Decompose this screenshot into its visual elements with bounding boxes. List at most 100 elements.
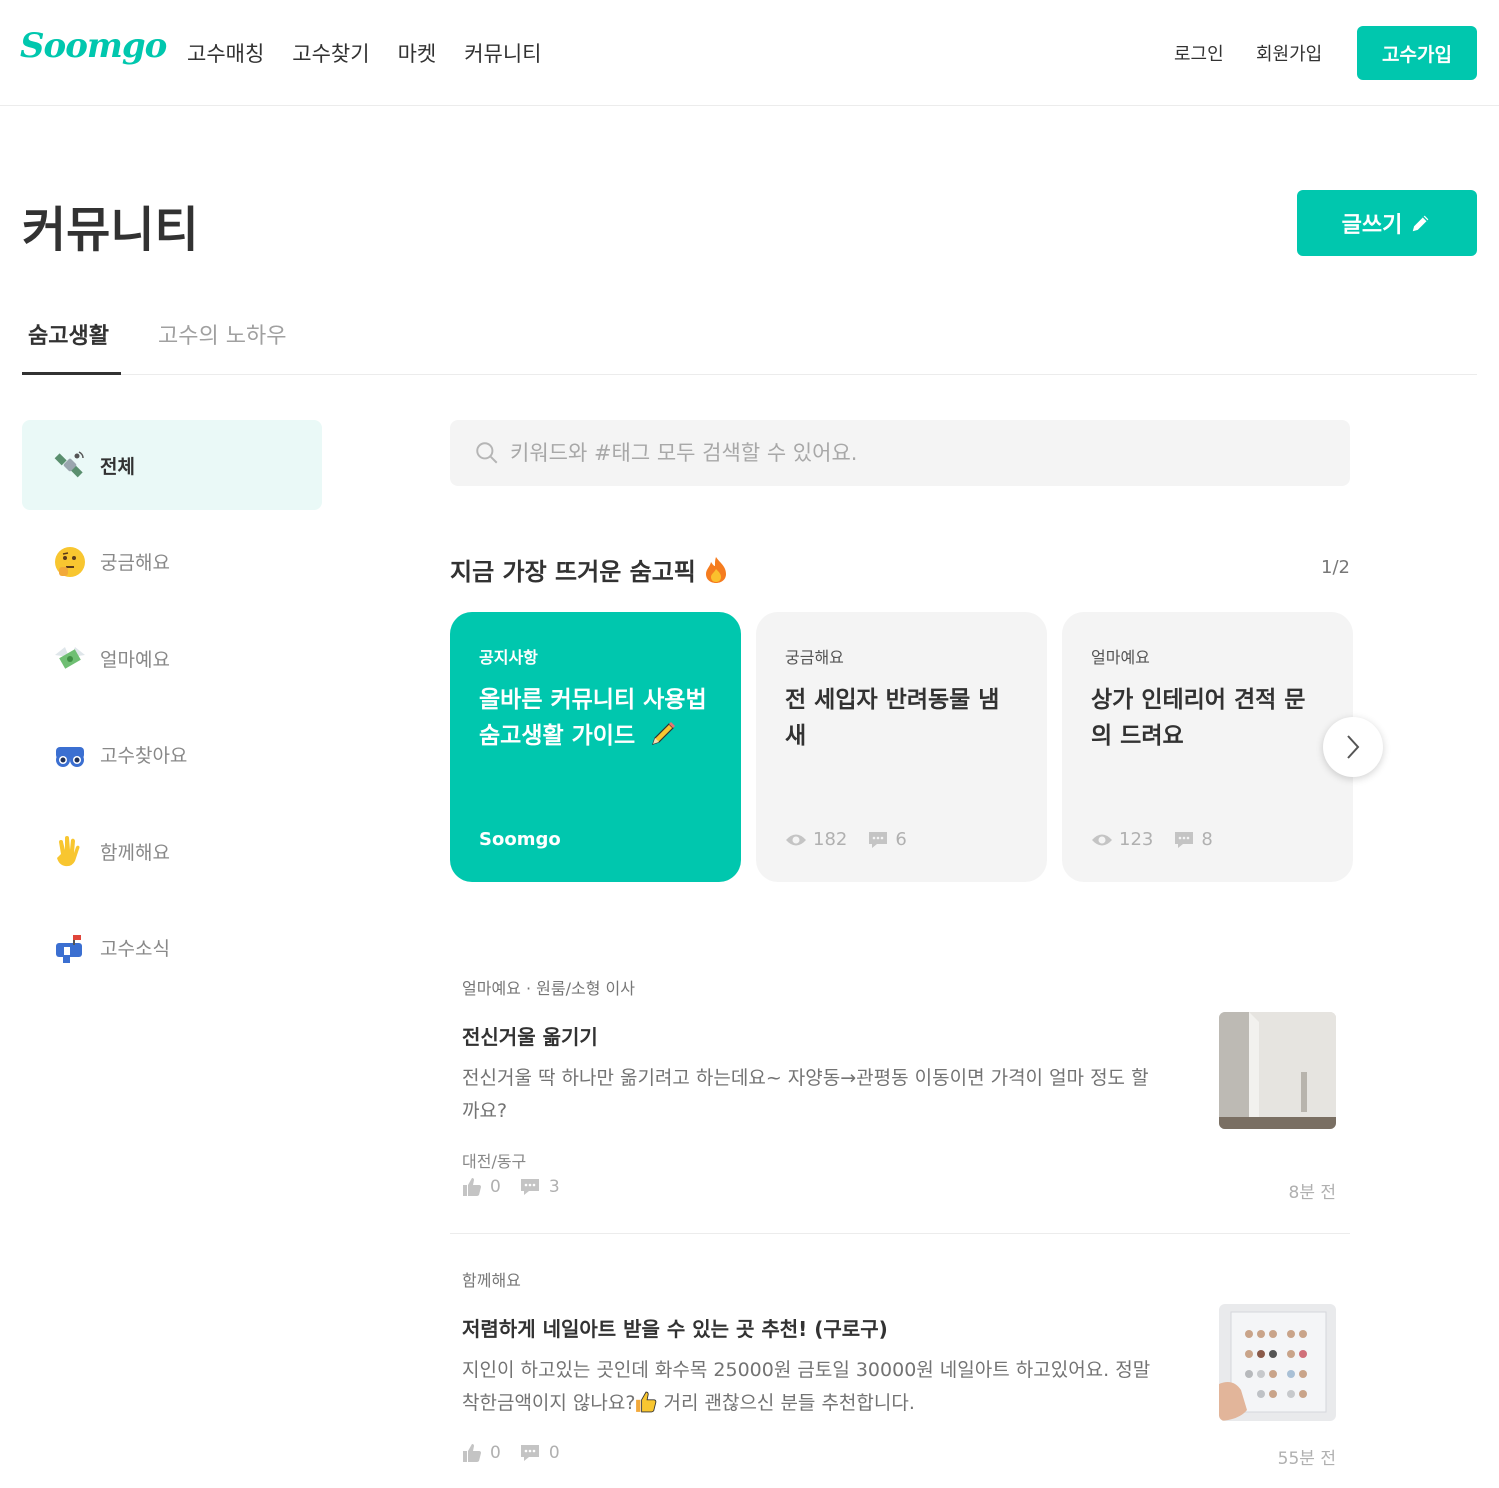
sidebar-item-label: 얼마예요: [100, 648, 170, 671]
hot-topics-heading: 지금 가장 뜨거운 숨고픽: [450, 552, 728, 587]
sidebar-item-together[interactable]: 함께해요: [22, 806, 322, 896]
eye-icon: [1092, 834, 1112, 845]
post-title: 전신거울 옮기기: [462, 1025, 598, 1049]
tab-soomgo-life[interactable]: 숨고생활: [22, 318, 121, 375]
view-count: 182: [785, 829, 847, 850]
hot-topics-title: 지금 가장 뜨거운 숨고픽: [450, 558, 696, 586]
post-item[interactable]: 함께해요 저렴하게 네일아트 받을 수 있는 곳 추천! (구로구) 지인이 하…: [450, 1267, 1350, 1477]
like-count[interactable]: 0: [462, 1177, 501, 1197]
card-title-line: 전 세입자 반려동물 냄: [785, 687, 1000, 713]
like-count-value: 0: [490, 1177, 501, 1197]
card-category: 얼마예요: [1091, 648, 1150, 667]
nav-item-find-pro[interactable]: 고수찾기: [292, 38, 369, 68]
card-author: Soomgo: [479, 829, 561, 850]
tab-pro-knowhow[interactable]: 고수의 노하우: [158, 318, 286, 375]
hot-card-pet-smell[interactable]: 궁금해요 전 세입자 반려동물 냄 새 182 6: [756, 612, 1047, 882]
post-body-line: 까요?: [462, 1100, 508, 1122]
eye-icon: [786, 834, 806, 845]
sidebar-item-label: 함께해요: [100, 841, 170, 864]
sidebar-item-curious[interactable]: 궁금해요: [22, 517, 322, 607]
view-count-value: 182: [813, 829, 848, 850]
thinking-face-icon: [52, 544, 88, 580]
card-title: 전 세입자 반려동물 냄 새: [785, 682, 1018, 754]
comment-icon: [869, 831, 888, 848]
card-title-line: 올바른 커뮤니티 사용법: [479, 687, 707, 713]
comment-count-value: 3: [548, 1177, 560, 1197]
like-count[interactable]: 0: [462, 1443, 501, 1463]
card-title-line: 의 드려요: [1091, 723, 1184, 749]
thumbs-up-emoji-icon: [636, 1391, 657, 1413]
search-bar: [450, 420, 1350, 486]
page-title: 커뮤니티: [22, 202, 199, 258]
carousel-next-button[interactable]: [1323, 717, 1383, 777]
signup-link[interactable]: 회원가입: [1256, 40, 1322, 66]
nav-item-pro-matching[interactable]: 고수매칭: [187, 38, 264, 68]
card-category: 궁금해요: [785, 648, 844, 667]
sidebar-item-label: 고수찾아요: [100, 745, 188, 767]
sidebar-item-label: 전체: [100, 455, 135, 478]
post-thumbnail: [1219, 1304, 1336, 1421]
card-category: 공지사항: [479, 648, 538, 667]
post-body-text: 착한금액이지 않나요?: [462, 1392, 636, 1414]
card-title: 상가 인테리어 견적 문 의 드려요: [1091, 682, 1324, 754]
satellite-icon: [52, 447, 88, 483]
top-header: Soomgo 고수매칭 고수찾기 마켓 커뮤니티 로그인 회원가입 고수가입: [0, 0, 1499, 106]
pencil-emoji-icon: [652, 722, 676, 745]
like-count-value: 0: [490, 1443, 501, 1463]
comment-icon: [520, 1179, 539, 1195]
category-sidebar: 전체 궁금해요 얼마예요 고수찾아요 함께해요 고수소식: [22, 420, 322, 999]
thumbs-up-icon: [463, 1444, 481, 1462]
comment-count: 6: [867, 829, 907, 850]
sidebar-item-label: 궁금해요: [100, 552, 170, 574]
card-title-line: 숨고생활 가이드: [479, 718, 712, 754]
post-body: 지인이 하고있는 곳인데 화수목 25000원 금토일 30000원 네일아트 …: [462, 1354, 1202, 1420]
hot-card-interior-estimate[interactable]: 얼마예요 상가 인테리어 견적 문 의 드려요 123 8: [1062, 612, 1353, 882]
comment-count[interactable]: 3: [519, 1177, 560, 1197]
sidebar-item-pro-news[interactable]: 고수소식: [22, 903, 322, 993]
comment-count[interactable]: 0: [519, 1443, 560, 1463]
comment-icon: [520, 1445, 539, 1461]
mailbox-icon: [52, 930, 88, 966]
main-nav: 고수매칭 고수찾기 마켓 커뮤니티: [187, 38, 541, 68]
sidebar-item-label: 고수소식: [100, 938, 170, 960]
comment-count-value: 0: [548, 1443, 560, 1463]
card-title-line: 새: [785, 723, 807, 749]
post-body-text: 거리 괜찮으신 분들 추천합니다.: [657, 1392, 915, 1414]
comment-count-value: 8: [1201, 829, 1213, 850]
nav-item-market[interactable]: 마켓: [398, 38, 437, 68]
pencil-icon: [1413, 215, 1429, 232]
hot-card-notice[interactable]: 공지사항 올바른 커뮤니티 사용법 숨고생활 가이드 Soomgo: [450, 612, 741, 882]
comment-count-value: 6: [895, 829, 907, 850]
post-body-line: 전신거울 딱 하나만 옮기려고 하는데요~ 자양동→관평동 이동이면 가격이 얼…: [462, 1067, 1149, 1089]
card-title: 올바른 커뮤니티 사용법 숨고생활 가이드: [479, 682, 712, 754]
write-post-button[interactable]: 글쓰기: [1297, 190, 1477, 256]
pro-signup-button[interactable]: 고수가입: [1357, 26, 1477, 80]
card-footer: 182 6: [785, 829, 919, 850]
post-location: 대전/동구: [462, 1152, 527, 1171]
nav-item-community[interactable]: 커뮤니티: [464, 38, 541, 68]
thumbs-up-icon: [463, 1178, 481, 1196]
binoculars-icon: [52, 737, 88, 773]
post-category: 함께해요: [462, 1271, 521, 1290]
post-category: 얼마예요 · 원룸/소형 이사: [462, 979, 635, 998]
sidebar-item-all[interactable]: 전체: [22, 420, 322, 510]
soomgo-logo[interactable]: Soomgo: [20, 26, 167, 66]
search-input[interactable]: [510, 441, 1310, 465]
post-thumbnail: [1219, 1012, 1336, 1129]
post-body: 전신거울 딱 하나만 옮기려고 하는데요~ 자양동→관평동 이동이면 가격이 얼…: [462, 1062, 1202, 1128]
sidebar-item-looking-for-pro[interactable]: 고수찾아요: [22, 710, 322, 800]
write-button-label: 글쓰기: [1341, 213, 1403, 238]
login-link[interactable]: 로그인: [1174, 40, 1224, 66]
card-footer: 123 8: [1091, 829, 1225, 850]
post-divider: [450, 1233, 1350, 1234]
post-stats: 0 0: [462, 1443, 560, 1463]
sidebar-item-how-much[interactable]: 얼마예요: [22, 613, 322, 703]
post-item[interactable]: 얼마예요 · 원룸/소형 이사 전신거울 옮기기 전신거울 딱 하나만 옮기려고…: [450, 975, 1350, 1205]
comment-icon: [1175, 831, 1194, 848]
waving-hand-icon: [52, 833, 88, 869]
comment-count: 8: [1173, 829, 1213, 850]
search-icon: [476, 442, 498, 464]
money-wings-icon: [52, 640, 88, 676]
view-count-value: 123: [1119, 829, 1154, 850]
card-title-text: 숨고생활 가이드: [479, 723, 636, 749]
